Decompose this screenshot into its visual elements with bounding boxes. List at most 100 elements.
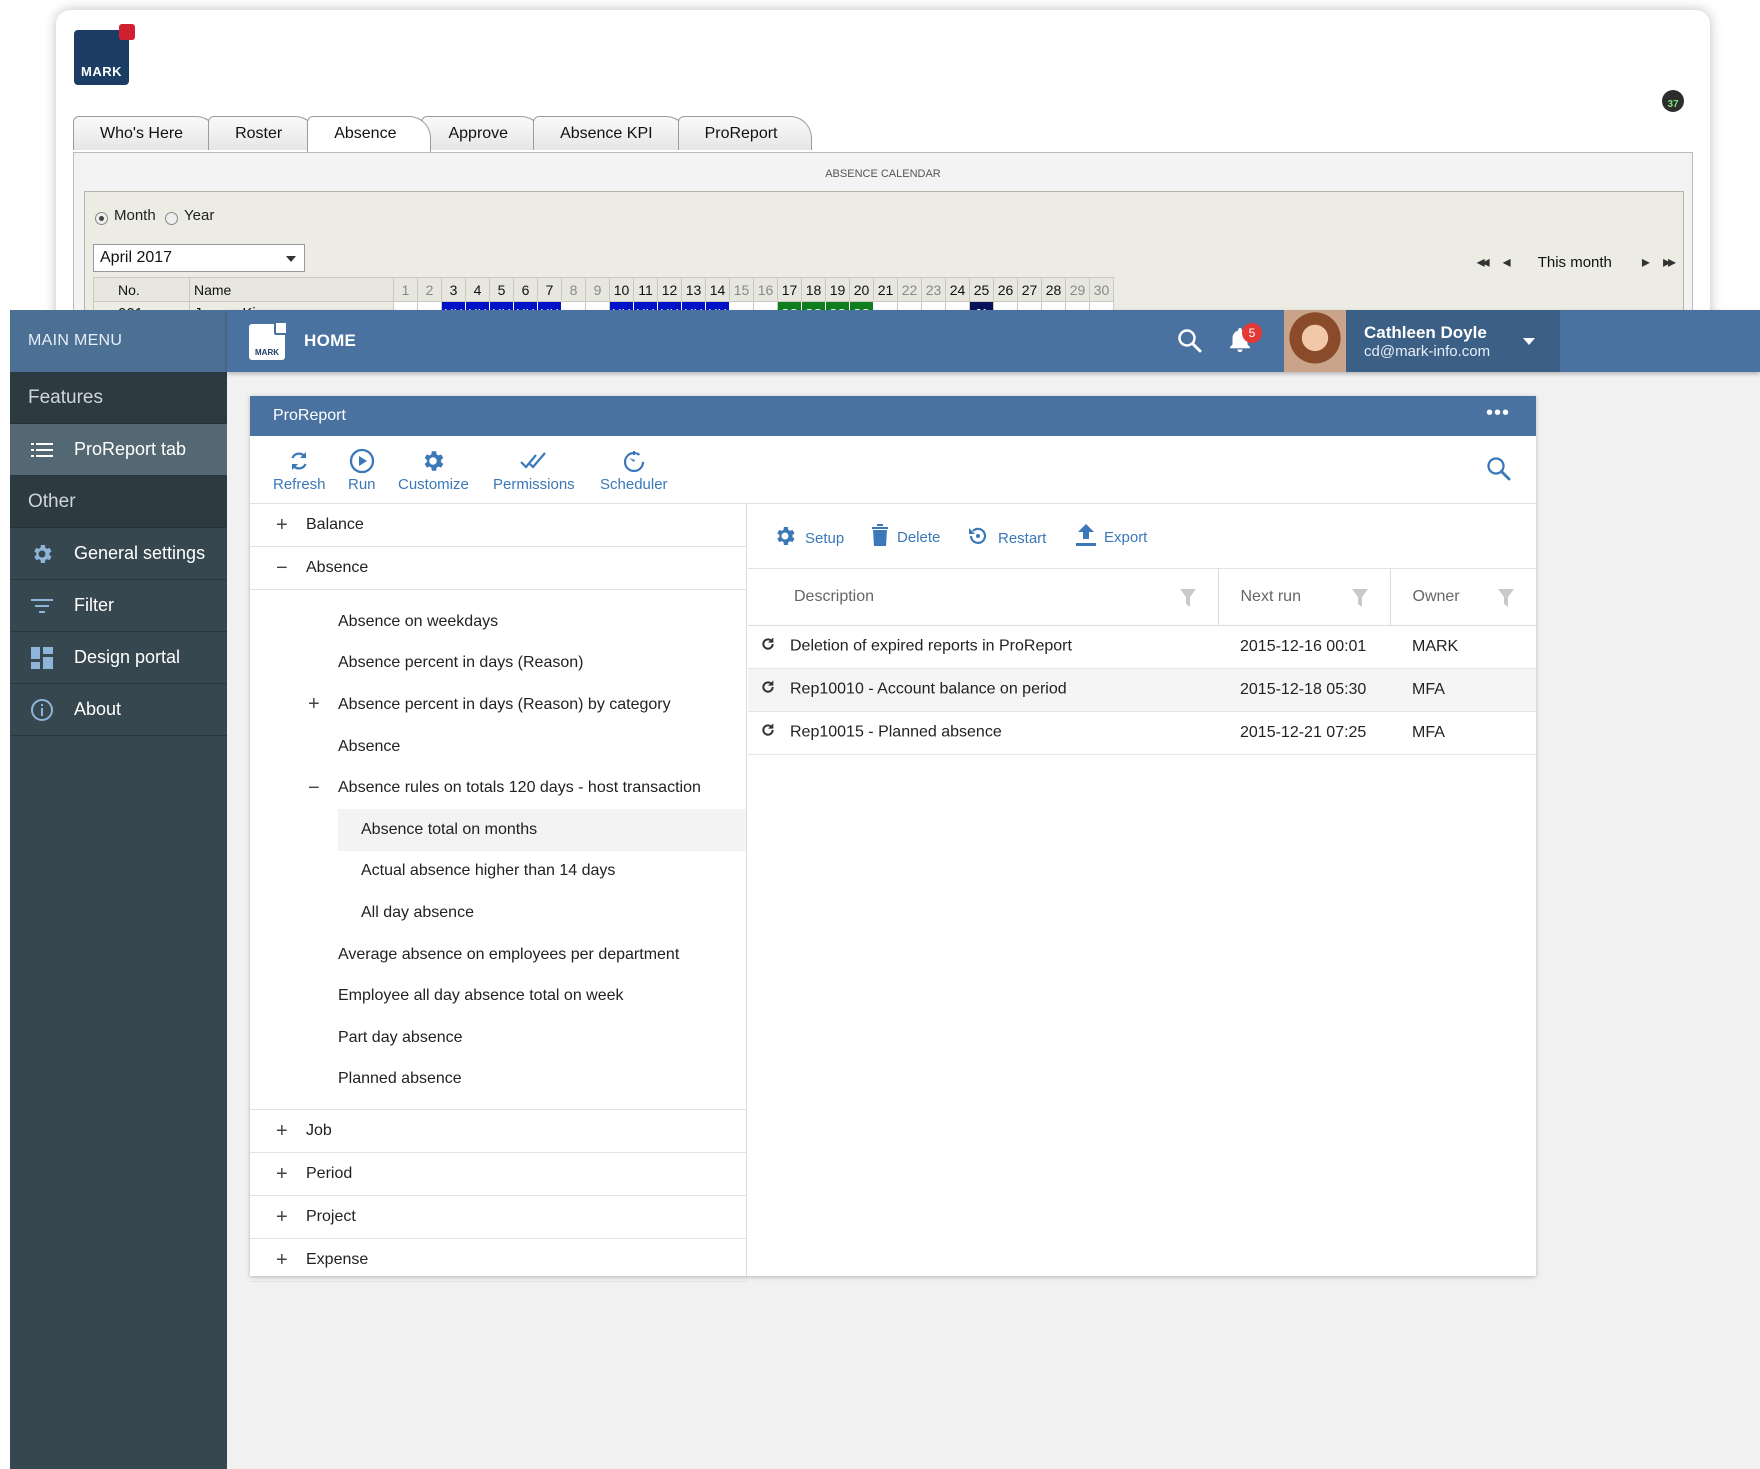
expand-icon[interactable]: + bbox=[308, 693, 320, 716]
refresh-icon[interactable] bbox=[760, 679, 776, 700]
filter-funnel-icon[interactable] bbox=[1179, 589, 1196, 612]
tree-item[interactable]: All day absence bbox=[250, 892, 746, 934]
card-title: ProReport bbox=[273, 407, 346, 424]
this-month-link[interactable]: This month bbox=[1538, 254, 1612, 271]
tree-item[interactable]: Employee all day absence total on week bbox=[250, 975, 746, 1017]
column-no[interactable]: No. bbox=[93, 277, 190, 302]
filter-funnel-icon[interactable] bbox=[1351, 589, 1368, 612]
tab-proreport[interactable]: ProReport bbox=[677, 116, 813, 150]
proreport-card: ProReport ••• Refresh Run Customize Perm… bbox=[250, 396, 1536, 1283]
column-label: Owner bbox=[1412, 587, 1460, 605]
tree-item[interactable]: Absence percent in days (Reason) bbox=[250, 643, 746, 685]
tree-item[interactable]: Average absence on employees per departm… bbox=[250, 934, 746, 976]
report-description: Rep10015 - Planned absence bbox=[790, 723, 1002, 741]
filter-funnel-icon[interactable] bbox=[1498, 589, 1514, 612]
refresh-icon[interactable] bbox=[760, 636, 776, 657]
chevron-down-icon[interactable] bbox=[1523, 338, 1535, 345]
mark-logo: MARK bbox=[74, 24, 135, 85]
tree-item[interactable]: Actual absence higher than 14 days bbox=[250, 851, 746, 893]
section-features: Features bbox=[10, 372, 227, 424]
delete-button[interactable]: Delete bbox=[871, 524, 940, 550]
tree-item[interactable]: Part day absence bbox=[250, 1017, 746, 1059]
tab-absence[interactable]: Absence bbox=[307, 116, 432, 152]
tree-label: Part day absence bbox=[338, 1028, 463, 1046]
tree-item[interactable]: Absence on weekdays bbox=[250, 601, 746, 643]
reports-table: Description Next run Owner Deletion of e… bbox=[748, 569, 1536, 755]
prev-arrow-icon[interactable]: ◂ bbox=[1503, 252, 1511, 272]
tree-label: Actual absence higher than 14 days bbox=[361, 862, 616, 880]
tab-whos-here[interactable]: Who's Here bbox=[73, 116, 219, 150]
chevron-down-icon bbox=[286, 256, 296, 262]
refresh-button[interactable]: Refresh bbox=[273, 446, 326, 493]
next-arrow-icon[interactable]: ▸ bbox=[1642, 252, 1650, 272]
search-icon[interactable] bbox=[1177, 328, 1203, 359]
tree-item[interactable]: Absence bbox=[250, 726, 746, 768]
table-row[interactable]: Rep10015 - Planned absence 2015-12-21 07:… bbox=[748, 711, 1536, 755]
table-row[interactable]: Rep10010 - Account balance on period 2015… bbox=[748, 668, 1536, 712]
tree-group[interactable]: + Balance bbox=[250, 504, 746, 547]
expand-icon[interactable]: + bbox=[276, 1120, 288, 1143]
collapse-icon[interactable]: − bbox=[308, 777, 320, 800]
proreport-toolbar: Refresh Run Customize Permissions Schedu… bbox=[250, 436, 1536, 504]
scheduler-button[interactable]: Scheduler bbox=[600, 446, 668, 493]
tree-group[interactable]: + Job bbox=[250, 1110, 746, 1154]
sidebar-item-general-settings[interactable]: General settings bbox=[10, 528, 227, 580]
sidebar-item-proreport-tab[interactable]: ProReport tab bbox=[10, 424, 227, 476]
tree-item[interactable]: Absence total on months bbox=[338, 808, 746, 851]
tree-group[interactable]: + Expense bbox=[250, 1239, 746, 1283]
radio-month[interactable]: Month bbox=[95, 207, 156, 225]
refresh-icon[interactable] bbox=[760, 722, 776, 743]
sidebar-item-label: Design portal bbox=[74, 647, 181, 667]
tree-group[interactable]: − Absence bbox=[250, 547, 746, 590]
report-actions: Setup Delete Restart Export bbox=[748, 504, 1536, 569]
column-label: Next run bbox=[1240, 587, 1301, 605]
panel-title: ABSENCE CALENDAR bbox=[825, 168, 941, 180]
column-owner[interactable]: Owner bbox=[1390, 569, 1536, 626]
expand-icon[interactable]: + bbox=[276, 1163, 288, 1186]
mark-logo[interactable]: MARK bbox=[249, 321, 288, 360]
section-other: Other bbox=[10, 476, 227, 528]
setup-label: Setup bbox=[805, 529, 845, 547]
sidebar-item-filter[interactable]: Filter bbox=[10, 580, 227, 632]
first-arrow-icon[interactable]: ◂◂ bbox=[1477, 252, 1490, 272]
collapse-icon[interactable]: − bbox=[276, 557, 288, 580]
refresh-label: Refresh bbox=[273, 476, 326, 493]
main-menu-header[interactable]: MAIN MENU bbox=[10, 310, 227, 372]
column-description[interactable]: Description bbox=[748, 569, 1219, 626]
table-header-row: Description Next run Owner bbox=[748, 569, 1536, 626]
tree-item[interactable]: − Absence rules on totals 120 days - host… bbox=[250, 767, 746, 809]
expand-icon[interactable]: + bbox=[276, 1206, 288, 1229]
tree-group[interactable]: + Period bbox=[250, 1153, 746, 1197]
permissions-button[interactable]: Permissions bbox=[493, 446, 575, 493]
expand-icon[interactable]: + bbox=[276, 1249, 288, 1272]
user-menu[interactable]: Cathleen Doyle cd@mark-info.com bbox=[1284, 310, 1560, 372]
tree-item[interactable]: Planned absence bbox=[250, 1059, 746, 1101]
customize-button[interactable]: Customize bbox=[398, 446, 469, 493]
expand-icon[interactable]: + bbox=[276, 514, 288, 537]
filter-icon bbox=[10, 598, 74, 614]
last-arrow-icon[interactable]: ▸▸ bbox=[1663, 252, 1676, 272]
tab-approve[interactable]: Approve bbox=[421, 116, 544, 150]
sidebar-item-about[interactable]: About bbox=[10, 684, 227, 736]
more-icon[interactable]: ••• bbox=[1486, 396, 1510, 430]
restart-button[interactable]: Restart bbox=[966, 524, 1046, 552]
next-run-cell: 2015-12-21 07:25 bbox=[1218, 711, 1390, 755]
month-select[interactable]: April 2017 bbox=[93, 244, 305, 272]
column-name[interactable]: Name bbox=[189, 277, 394, 302]
tab-roster[interactable]: Roster bbox=[208, 116, 318, 150]
table-row[interactable]: Deletion of expired reports in ProReport… bbox=[748, 625, 1536, 669]
tree-group[interactable]: + Project bbox=[250, 1196, 746, 1240]
tree-item[interactable]: + Absence percent in days (Reason) by cat… bbox=[250, 684, 746, 726]
absence-children: Absence on weekdays Absence percent in da… bbox=[250, 590, 746, 1111]
day-header: 30 bbox=[1089, 277, 1114, 302]
sidebar-item-design-portal[interactable]: Design portal bbox=[10, 632, 227, 684]
radio-year[interactable]: Year bbox=[165, 207, 214, 225]
setup-button[interactable]: Setup bbox=[773, 524, 844, 552]
run-button[interactable]: Run bbox=[348, 446, 376, 493]
search-icon[interactable] bbox=[1486, 456, 1512, 487]
export-button[interactable]: Export bbox=[1076, 524, 1147, 550]
sidebar-item-label: Filter bbox=[74, 595, 114, 615]
column-next-run[interactable]: Next run bbox=[1218, 569, 1391, 626]
tab-absence-kpi[interactable]: Absence KPI bbox=[533, 116, 688, 150]
run-label: Run bbox=[348, 476, 376, 493]
